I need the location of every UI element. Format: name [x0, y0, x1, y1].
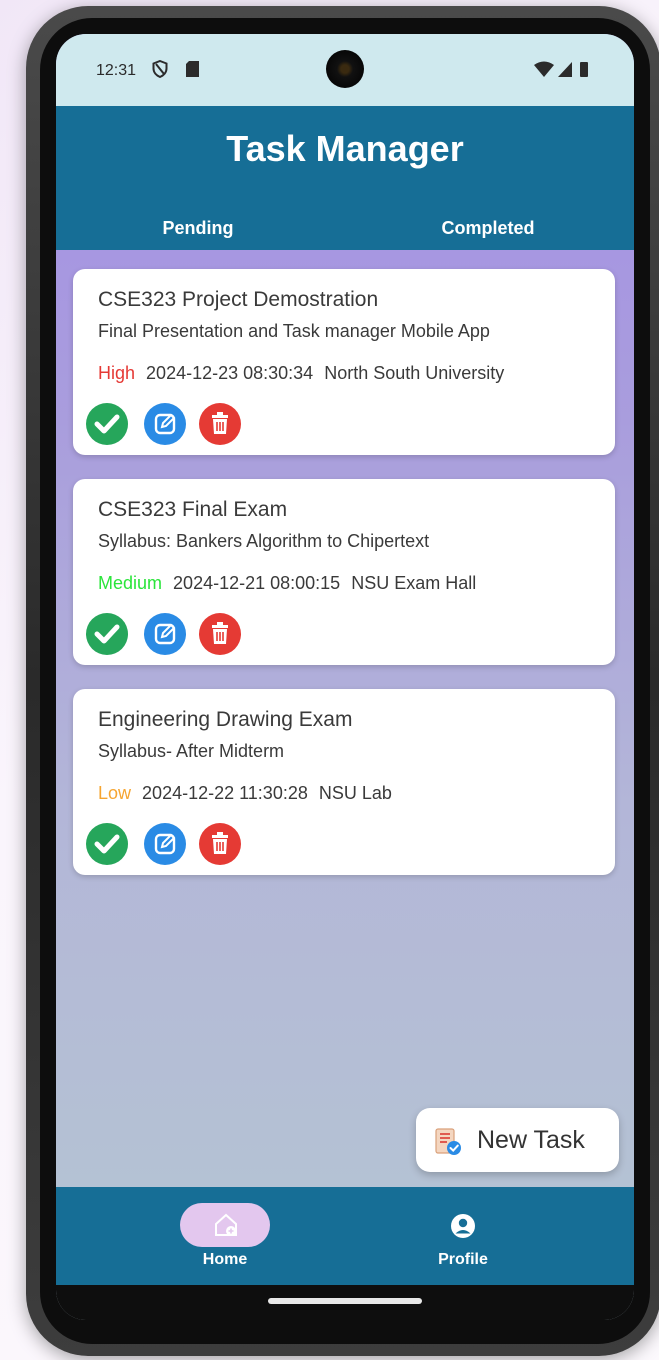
edit-icon: [154, 623, 176, 645]
phone-screen: 12:31 Task Manager Pending Completed CSE…: [56, 34, 634, 1320]
trash-icon: [212, 412, 228, 434]
edit-icon: [154, 833, 176, 855]
task-location: North South University: [324, 363, 505, 383]
gesture-handle[interactable]: [268, 1298, 422, 1304]
tab-pending[interactable]: Pending: [98, 218, 298, 239]
shield-icon: [152, 60, 168, 78]
cell-signal-icon: [558, 62, 572, 77]
task-card[interactable]: Engineering Drawing Exam Syllabus- After…: [73, 689, 615, 875]
task-datetime: 2024-12-23 08:30:34: [146, 363, 314, 383]
delete-task-button[interactable]: [199, 403, 241, 445]
nav-item-profile[interactable]: Profile: [418, 1203, 508, 1273]
task-location: NSU Exam Hall: [351, 573, 477, 593]
trash-icon: [212, 622, 228, 644]
nav-label-home: Home: [202, 1251, 248, 1268]
gesture-area: [56, 1285, 634, 1320]
delete-task-button[interactable]: [199, 613, 241, 655]
signal-battery-icons: [534, 61, 588, 77]
task-priority: High: [98, 363, 136, 383]
wifi-icon: [534, 61, 554, 77]
account-circle-icon: [451, 1214, 475, 1238]
complete-task-button[interactable]: [86, 403, 128, 445]
delete-task-button[interactable]: [199, 823, 241, 865]
home-add-icon: [215, 1213, 237, 1236]
task-title: CSE323 Project Demostration: [98, 288, 379, 311]
complete-task-button[interactable]: [86, 823, 128, 865]
nav-label-profile: Profile: [438, 1251, 488, 1268]
task-description: Syllabus- After Midterm: [98, 741, 285, 761]
app-title: Task Manager: [226, 128, 464, 169]
task-priority: Medium: [98, 573, 163, 593]
tab-completed[interactable]: Completed: [388, 218, 588, 239]
task-meta: High 2024-12-23 08:30:34 North South Uni…: [98, 363, 510, 384]
sd-card-icon: [186, 61, 199, 77]
task-meta: Medium 2024-12-21 08:00:15 NSU Exam Hall: [98, 573, 482, 594]
status-time: 12:31: [96, 62, 137, 79]
nav-item-home[interactable]: Home: [180, 1203, 270, 1273]
new-task-label: New Task: [477, 1126, 585, 1154]
check-icon: [94, 624, 120, 644]
front-camera: [326, 50, 364, 88]
task-description: Syllabus: Bankers Algorithm to Chipertex…: [98, 531, 430, 551]
trash-icon: [212, 832, 228, 854]
edit-task-button[interactable]: [144, 403, 186, 445]
task-card[interactable]: CSE323 Project Demostration Final Presen…: [73, 269, 615, 455]
new-task-button[interactable]: New Task: [416, 1108, 619, 1172]
bottom-nav: Home Profile: [56, 1187, 634, 1285]
complete-task-button[interactable]: [86, 613, 128, 655]
battery-icon: [580, 62, 588, 77]
task-list-icon: [435, 1128, 461, 1155]
check-icon: [94, 414, 120, 434]
task-meta: Low 2024-12-22 11:30:28 NSU Lab: [98, 783, 398, 804]
task-title: CSE323 Final Exam: [98, 498, 288, 521]
task-priority: Low: [98, 783, 132, 803]
app-bar: Task Manager Pending Completed: [56, 106, 634, 250]
edit-task-button[interactable]: [144, 613, 186, 655]
task-location: NSU Lab: [318, 783, 392, 803]
task-datetime: 2024-12-21 08:00:15: [173, 573, 341, 593]
status-bar: 12:31: [56, 34, 634, 106]
edit-icon: [154, 413, 176, 435]
task-datetime: 2024-12-22 11:30:28: [142, 783, 308, 803]
check-icon: [94, 834, 120, 854]
edit-task-button[interactable]: [144, 823, 186, 865]
task-description: Final Presentation and Task manager Mobi…: [98, 321, 490, 341]
task-card[interactable]: CSE323 Final Exam Syllabus: Bankers Algo…: [73, 479, 615, 665]
task-title: Engineering Drawing Exam: [98, 708, 353, 731]
